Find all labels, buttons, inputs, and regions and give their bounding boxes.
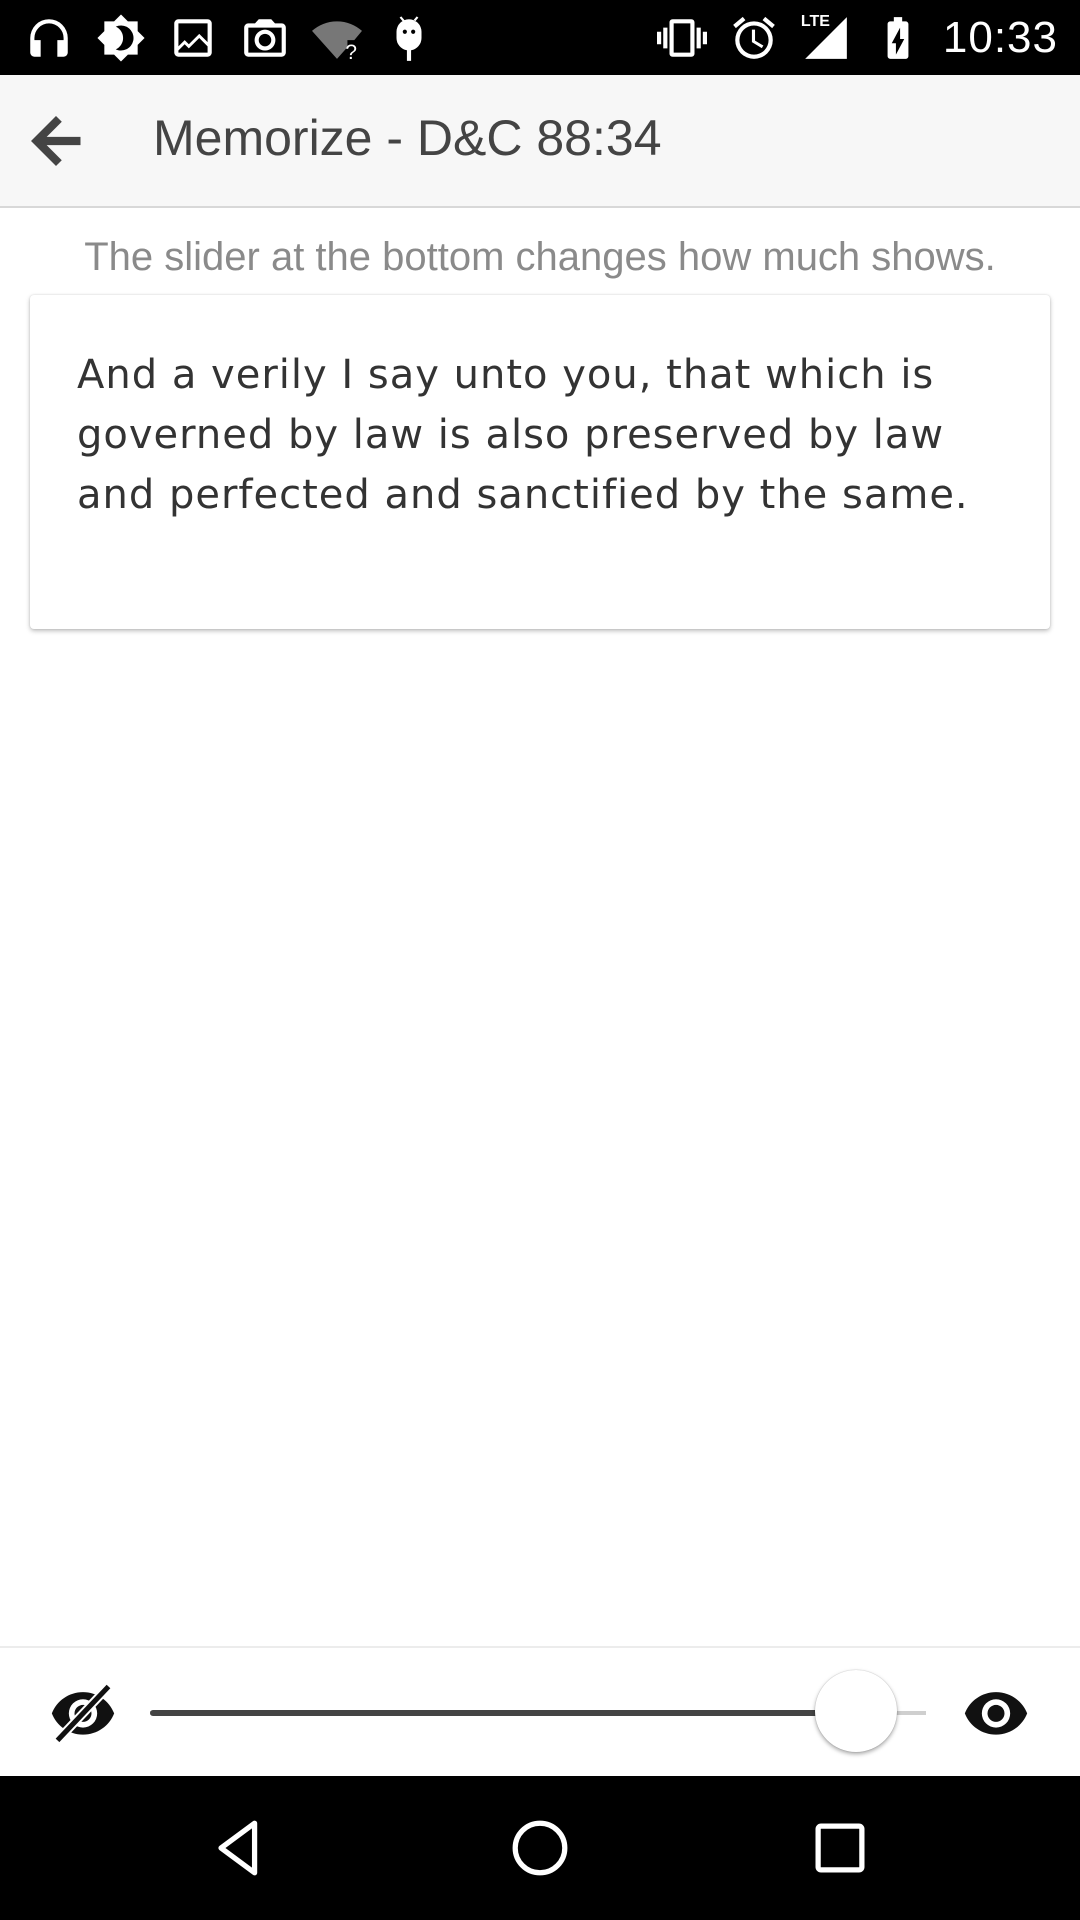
show-all-button[interactable]: [958, 1676, 1034, 1752]
camera-icon: [238, 11, 292, 65]
status-bar: ? LTE 10:33: [0, 0, 1080, 75]
svg-text:?: ?: [345, 41, 357, 63]
nav-home-icon: [505, 1813, 575, 1888]
battery-charging-icon: [871, 11, 925, 65]
hide-all-button[interactable]: [45, 1676, 121, 1752]
status-bar-left: ?: [22, 8, 436, 68]
slider-fill: [150, 1710, 856, 1716]
nav-recents-icon: [805, 1813, 875, 1888]
eye-off-icon: [49, 1678, 117, 1751]
back-button[interactable]: [18, 105, 94, 181]
cell-signal-lte-icon: LTE: [799, 11, 853, 65]
wifi-unknown-icon: ?: [310, 11, 364, 65]
alarm-icon: [727, 11, 781, 65]
headphones-icon: [22, 11, 76, 65]
vibrate-icon: [655, 11, 709, 65]
verse-text: And a verily I say unto you, that which …: [77, 352, 969, 518]
brightness-icon: [94, 11, 148, 65]
nav-back-button[interactable]: [198, 1808, 282, 1892]
reveal-slider[interactable]: [150, 1670, 926, 1752]
slider-thumb[interactable]: [815, 1670, 897, 1752]
status-time: 10:33: [942, 13, 1058, 62]
nav-recents-button[interactable]: [798, 1808, 882, 1892]
network-label: LTE: [800, 13, 830, 30]
page-title: Memorize - D&C 88:34: [153, 110, 662, 166]
nav-back-icon: [205, 1813, 275, 1888]
status-bar-right: LTE 10:33: [655, 8, 1058, 68]
android-debug-icon: [382, 11, 436, 65]
app-bar: Memorize - D&C 88:34: [0, 75, 1080, 208]
eye-icon: [962, 1678, 1030, 1751]
slider-hint-text: The slider at the bottom changes how muc…: [84, 235, 996, 279]
reveal-slider-bar: [0, 1646, 1080, 1778]
verse-card: And a verily I say unto you, that which …: [30, 295, 1050, 629]
nav-home-button[interactable]: [498, 1808, 582, 1892]
image-icon: [166, 11, 220, 65]
arrow-back-icon: [21, 106, 91, 181]
system-nav-bar: [0, 1776, 1080, 1920]
